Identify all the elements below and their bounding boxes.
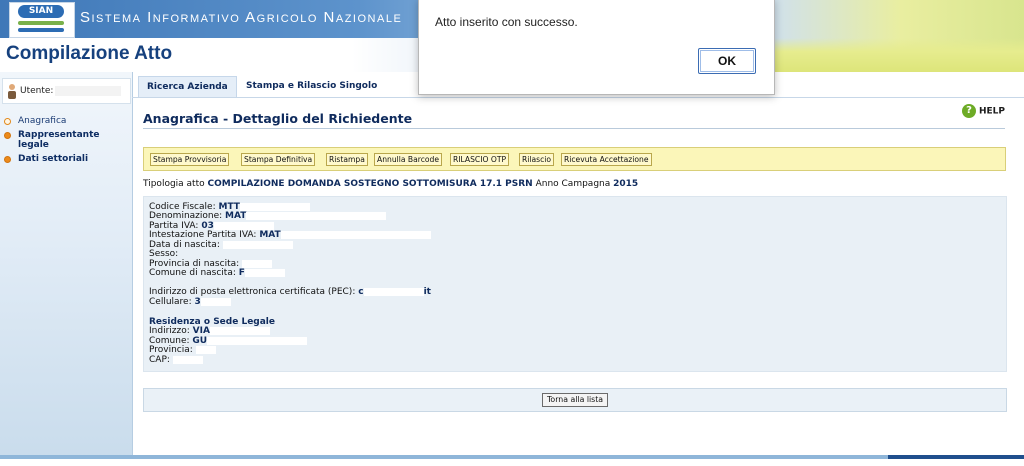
field-label: CAP: (149, 355, 170, 365)
rilascio-button[interactable]: Rilascio (519, 153, 555, 166)
stampa-definitiva-button[interactable]: Stampa Definitiva (241, 153, 316, 166)
stampa-provvisoria-button[interactable]: Stampa Provvisoria (150, 153, 230, 166)
user-box: Utente: M (2, 78, 131, 104)
bottom-bar (0, 455, 1024, 459)
sidebar-item-anagrafica[interactable]: Anagrafica (4, 116, 130, 126)
torna-alla-lista-button[interactable]: Torna alla lista (542, 393, 609, 407)
sidebar-menu: Anagrafica Rappresentante legale Dati se… (4, 116, 130, 168)
redacted-value (209, 326, 270, 335)
sidebar: Utente: M Anagrafica Rappresentante lega… (0, 72, 133, 458)
ok-button[interactable]: OK (698, 48, 756, 74)
pec-row: Indirizzo di posta elettronica certifica… (149, 287, 431, 297)
section-divider (143, 128, 1005, 129)
redacted-value (207, 336, 308, 345)
campaign-label: Anno Campagna (535, 179, 611, 189)
back-button-bar: Torna alla lista (143, 388, 1007, 412)
user-name-redacted (55, 86, 121, 96)
sidebar-item-dati-settoriali[interactable]: Dati settoriali (4, 154, 130, 164)
typology-prefix: Tipologia atto (143, 179, 205, 189)
bullet-icon (4, 132, 11, 139)
denominazione-row: Denominazione: MAT (149, 211, 387, 221)
ristampa-button[interactable]: Ristampa (326, 153, 368, 166)
system-name: Sistema Informativo Agricolo Nazionale (80, 9, 403, 26)
redacted-value (244, 268, 285, 277)
typology-value: COMPILAZIONE DOMANDA SOSTEGNO SOTTOMISUR… (207, 179, 533, 189)
sidebar-item-label: Anagrafica (18, 116, 67, 126)
action-toolbar: Stampa Provvisoria Stampa Definitiva Ris… (143, 147, 1006, 171)
redacted-value (222, 240, 293, 249)
field-value: MAT (225, 211, 247, 221)
redacted-value (200, 297, 231, 306)
redacted-value (246, 211, 387, 220)
field-label: Cellulare: (149, 297, 192, 307)
tab-stampa-rilascio[interactable]: Stampa e Rilascio Singolo (238, 76, 385, 96)
user-icon (8, 84, 16, 99)
field-label: Provincia: (149, 345, 193, 355)
cap-row: CAP: (149, 355, 203, 365)
field-label: Sesso: (149, 249, 179, 259)
section-title: Anagrafica - Dettaglio del Richiedente (143, 111, 413, 126)
logo-wave-icon (18, 21, 64, 25)
help-link[interactable]: ? HELP (962, 104, 1005, 118)
ricevuta-accettazione-button[interactable]: Ricevuta Accettazione (561, 153, 652, 166)
field-value: MAT (259, 230, 281, 240)
indirizzo-row: Indirizzo: VIA (149, 326, 270, 336)
provincia-row: Provincia: (149, 345, 216, 355)
cellulare-row: Cellulare: 3 (149, 297, 231, 307)
field-value: VIA (192, 326, 210, 336)
ok-button-focus-ring (700, 50, 754, 72)
redacted-value (213, 221, 274, 230)
applicant-details: Codice Fiscale: MTT Denominazione: MAT P… (143, 196, 1007, 372)
field-label: Indirizzo di posta elettronica certifica… (149, 287, 356, 297)
sesso-row: Sesso: (149, 249, 178, 259)
annulla-barcode-button[interactable]: Annulla Barcode (374, 153, 443, 166)
comune-nascita-row: Comune di nascita: F (149, 268, 285, 278)
logo-text: SIAN (18, 5, 64, 18)
tipologia-atto: Tipologia atto COMPILAZIONE DOMANDA SOST… (143, 179, 638, 189)
dialog-message: Atto inserito con successo. (435, 15, 578, 29)
redacted-value (363, 287, 424, 296)
sian-logo: SIAN (9, 2, 75, 38)
redacted-value (239, 202, 310, 211)
sidebar-item-rappresentante-legale[interactable]: Rappresentante legale (4, 130, 130, 150)
help-icon: ? (962, 104, 976, 118)
bottom-bar-accent (888, 455, 1024, 459)
bullet-icon (4, 118, 11, 125)
field-value-end: it (423, 287, 431, 297)
sidebar-item-label: Rappresentante legale (18, 130, 100, 150)
rilascio-otp-button[interactable]: RILASCIO OTP (450, 153, 510, 166)
help-label: HELP (979, 106, 1006, 117)
intestazione-row: Intestazione Partita IVA: MAT (149, 230, 431, 240)
campaign-value: 2015 (613, 179, 639, 189)
tabs-divider (132, 97, 1024, 98)
field-label: Denominazione: (149, 211, 223, 221)
page-title: Compilazione Atto (6, 43, 173, 64)
field-label: Indirizzo: (149, 326, 190, 336)
redacted-value (242, 259, 273, 268)
redacted-value (172, 355, 203, 364)
field-label: Intestazione Partita IVA: (149, 230, 257, 240)
redacted-value (195, 345, 216, 354)
bullet-icon (4, 156, 11, 163)
logo-wave-icon-2 (18, 28, 64, 32)
tab-ricerca-azienda[interactable]: Ricerca Azienda (138, 76, 237, 97)
redacted-value (280, 230, 431, 239)
alert-dialog: Atto inserito con successo. OK (418, 0, 775, 95)
sidebar-item-label: Dati settoriali (18, 154, 89, 164)
field-label: Comune di nascita: (149, 268, 236, 278)
